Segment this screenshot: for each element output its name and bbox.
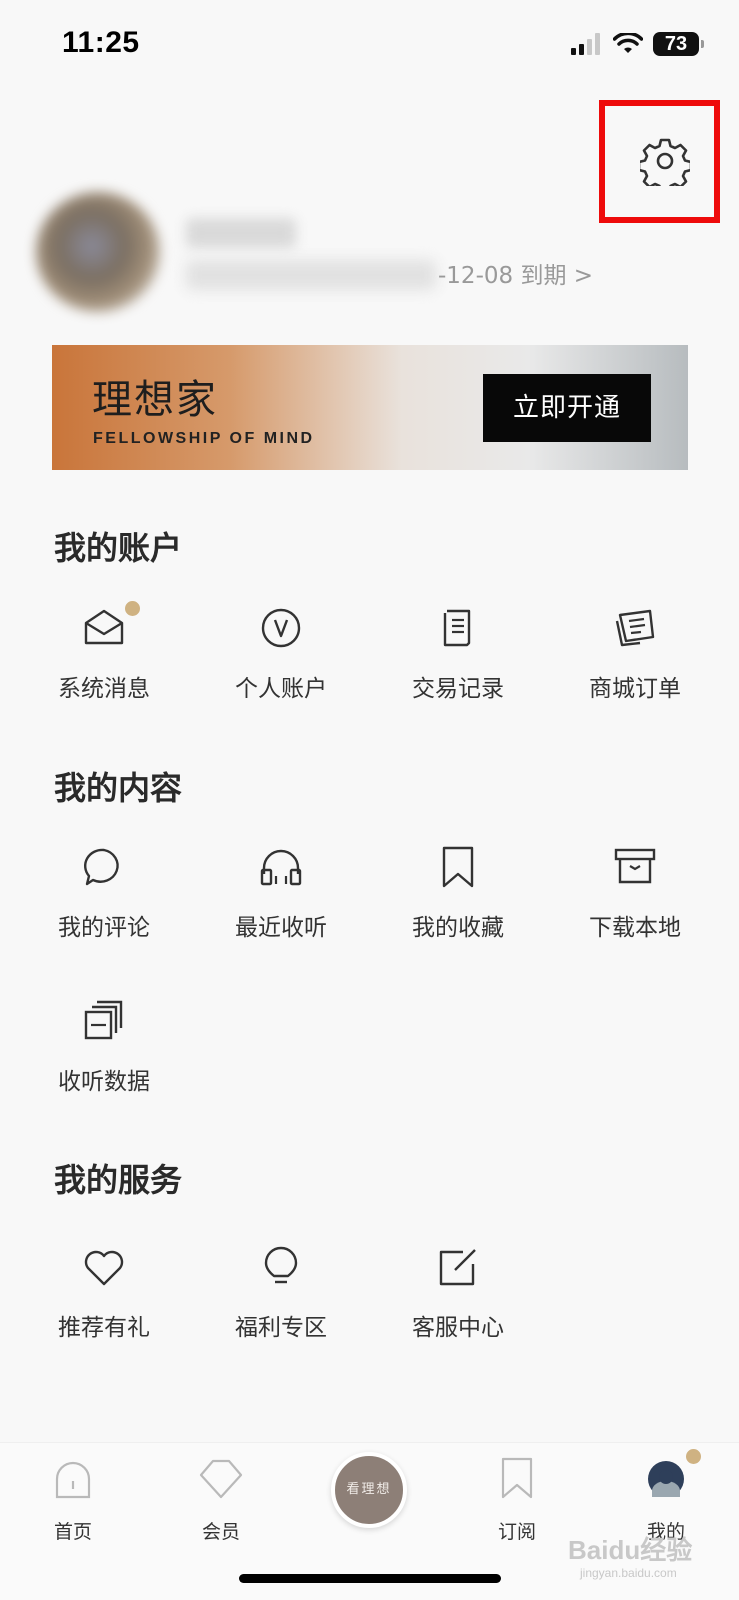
notification-dot [686,1449,701,1464]
lightbulb-icon [264,1246,298,1284]
settings-button[interactable] [637,136,693,194]
membership-expiry[interactable]: -12-08 到期 > [438,256,593,290]
grid-item-system-messages[interactable]: 系统消息 [29,601,179,713]
tab-member[interactable]: 会员 [171,1457,271,1547]
edit-square-icon [439,1249,476,1286]
status-icons: 73 [571,32,704,56]
activate-button[interactable]: 立即开通 [483,374,651,442]
headphones-icon [260,849,302,886]
center-play-button[interactable]: 看理想 [331,1452,407,1528]
username-blurred [186,218,296,248]
grid-item-label: 我的收藏 [412,915,504,941]
grid-item-referral-gift[interactable]: 推荐有礼 [29,1242,179,1352]
pentagon-icon [199,1459,243,1499]
grid-item-label: 交易记录 [412,676,504,702]
receipt-icon [443,609,471,647]
home-indicator[interactable] [239,1574,501,1583]
order-list-icon [615,609,655,647]
watermark: Baidu经验 [568,1535,693,1565]
profile-header[interactable]: -12-08 到期 > [36,192,636,312]
comment-icon [84,848,119,886]
grid-item-label: 个人账户 [235,676,327,702]
grid-item-label: 客服中心 [412,1315,504,1341]
tab-label: 订阅 [497,1521,536,1543]
grid-item-my-comments[interactable]: 我的评论 [29,842,179,952]
battery-indicator: 73 [653,32,704,56]
tab-home[interactable]: 首页 [23,1457,123,1547]
section-title-content: 我的内容 [54,769,183,807]
grid-item-label: 商城订单 [589,676,681,702]
wifi-icon [613,33,643,53]
grid-item-recent-listening[interactable]: 最近收听 [206,842,356,952]
grid-item-personal-account[interactable]: 个人账户 [206,603,356,713]
mail-open-icon [84,609,124,645]
status-bar: 11:25 73 [0,0,739,96]
signal-icon [571,33,600,55]
membership-banner[interactable]: 理想家 FELLOWSHIP OF MIND 立即开通 [52,345,688,470]
banner-title: 理想家 [92,377,218,423]
heart-icon [84,1250,124,1286]
watermark-url: jingyan.baidu.com [580,1566,677,1580]
gear-icon [637,138,693,194]
grid-item-transactions[interactable]: 交易记录 [383,603,533,713]
v-circle-icon [261,608,301,648]
grid-item-label: 最近收听 [235,915,327,941]
grid-item-label: 系统消息 [58,676,150,702]
tab-label: 会员 [201,1521,240,1543]
grid-item-my-favorites[interactable]: 我的收藏 [383,842,533,952]
home-icon [55,1461,91,1499]
bookmark-icon [442,846,474,888]
avatar[interactable] [36,192,160,312]
grid-item-label: 福利专区 [235,1315,327,1341]
bookmark-icon [501,1457,533,1499]
grid-item-label: 推荐有礼 [58,1315,150,1341]
unread-dot [125,601,140,616]
membership-info-blurred [186,260,436,290]
section-title-account: 我的账户 [54,529,183,567]
stacked-pages-icon [84,1000,123,1040]
tab-label: 首页 [53,1521,92,1543]
grid-item-label: 我的评论 [58,915,150,941]
status-time: 11:25 [62,26,140,59]
tab-subscribe[interactable]: 订阅 [467,1457,567,1547]
user-avatar-icon [648,1461,684,1497]
grid-item-shop-orders[interactable]: 商城订单 [560,603,710,713]
grid-item-welfare-zone[interactable]: 福利专区 [206,1242,356,1352]
grid-item-label: 收听数据 [58,1069,150,1095]
grid-item-listening-stats[interactable]: 收听数据 [29,996,179,1106]
section-title-service: 我的服务 [54,1161,183,1199]
grid-item-downloads[interactable]: 下载本地 [560,842,710,952]
archive-box-icon [614,848,656,884]
banner-subtitle: FELLOWSHIP OF MIND [93,430,315,447]
grid-item-label: 下载本地 [589,915,681,941]
grid-item-customer-service[interactable]: 客服中心 [383,1242,533,1352]
